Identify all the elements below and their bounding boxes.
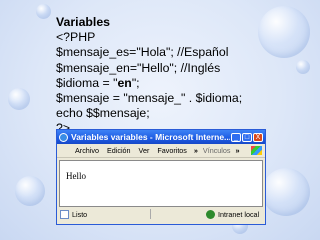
close-button[interactable]: X [253, 132, 263, 142]
menu-edicion[interactable]: Edición [103, 146, 135, 155]
page-content: Hello [59, 160, 263, 207]
code-line-concat: $mensaje = "mensaje_" . $idioma; [56, 91, 243, 106]
menu-archivo[interactable]: Archivo [57, 146, 103, 155]
code-line-echo: echo $$mensaje; [56, 106, 150, 121]
status-panel [150, 209, 206, 219]
status-bar: Listo Intranet local [57, 207, 265, 221]
bubble-decoration [258, 6, 310, 58]
menu-ver[interactable]: Ver [135, 146, 154, 155]
code-idioma-value: en [117, 75, 132, 90]
menu-bar: Archivo Edición Ver Favoritos » Vínculos… [57, 144, 265, 158]
status-text: Listo [72, 209, 88, 219]
bubble-decoration [296, 60, 310, 74]
minimize-button[interactable]: _ [231, 132, 241, 142]
window-title-bar[interactable]: Variables variables - Microsoft Interne.… [57, 130, 265, 144]
windows-flag-icon [251, 146, 262, 155]
code-line-idioma: $idioma = "en"; [56, 76, 242, 91]
browser-window: Variables variables - Microsoft Interne.… [56, 129, 266, 225]
links-overflow-chevron[interactable]: » [232, 146, 242, 155]
internet-explorer-icon [59, 132, 68, 142]
code-idioma-suffix: "; [131, 75, 140, 90]
page-icon [60, 209, 69, 219]
window-title: Variables variables - Microsoft Interne.… [71, 132, 230, 142]
code-line-mensaje-en: $mensaje_en="Hello"; //Inglés [56, 60, 221, 75]
maximize-button[interactable]: □ [242, 132, 252, 142]
menu-overflow-chevron[interactable]: » [191, 146, 201, 155]
security-zone-text: Intranet local [218, 209, 260, 219]
intranet-zone-icon [206, 209, 215, 219]
code-line-mensaje-es: $mensaje_es="Hola"; //Español [56, 45, 229, 60]
menu-favoritos[interactable]: Favoritos [153, 146, 191, 155]
code-idioma-prefix: $idioma = " [56, 75, 118, 90]
page-output-text: Hello [66, 171, 86, 181]
code-line-php-open: <?PHP [56, 30, 96, 45]
code-block: Variables <?PHP $mensaje_es="Hola"; //Es… [56, 15, 242, 137]
bubble-decoration [262, 168, 310, 216]
links-bar-label[interactable]: Vínculos [201, 146, 233, 155]
bubble-decoration [15, 176, 45, 206]
slide-title: Variables [56, 15, 111, 29]
bubble-decoration [8, 88, 30, 110]
bubble-decoration [36, 4, 51, 19]
